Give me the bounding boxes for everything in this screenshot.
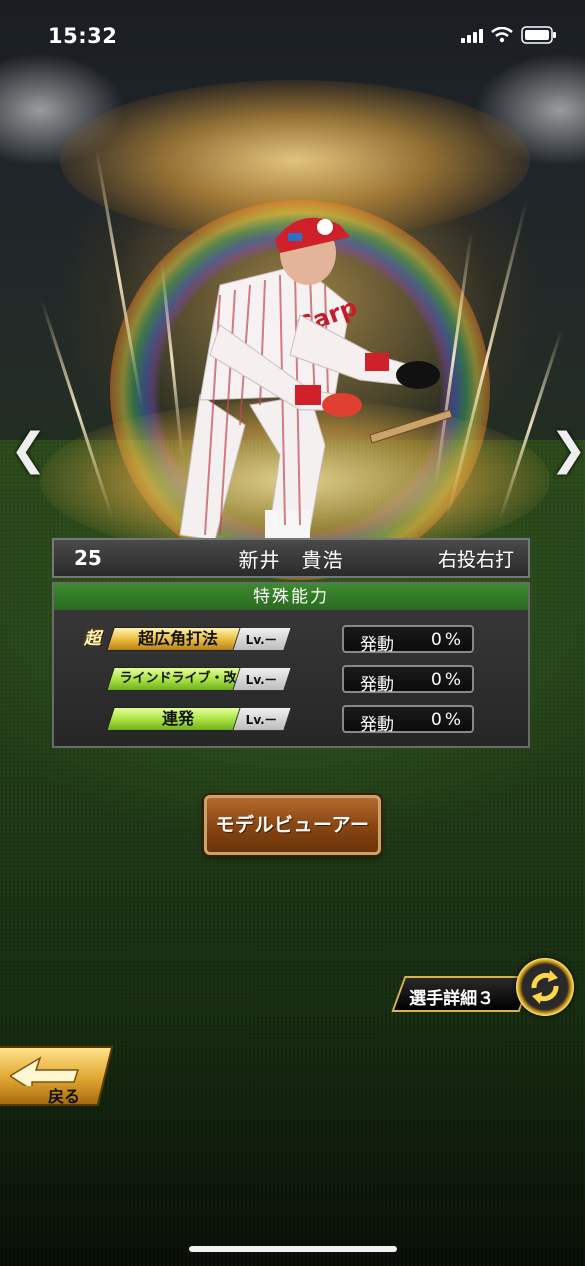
trigger-label: 発動 (360, 715, 394, 735)
trigger-rate-box: 発動 0% (342, 705, 474, 735)
wifi-icon (491, 27, 513, 43)
player-detail-button[interactable]: 選手詳細３ (391, 976, 533, 1012)
back-arrow-icon (10, 1056, 80, 1086)
chevron-right-icon[interactable]: ❯ (550, 428, 585, 472)
ability-row[interactable]: 連発 Lv.ー 発動 0% (54, 704, 528, 735)
special-abilities-panel: 特殊能力 超 超広角打法 Lv.ー 発動 0% ラインドライブ・改 Lv.ー 発… (52, 582, 530, 748)
player-image: Carp (179, 217, 453, 541)
trigger-rate-box: 発動 0% (342, 625, 474, 655)
ability-name: 連発 (161, 709, 194, 728)
trigger-value: 0% (431, 630, 464, 650)
player-detail-label: 選手詳細３ (409, 989, 495, 1009)
ability-name: ラインドライブ・改 (119, 671, 237, 686)
trigger-value: 0% (431, 670, 464, 690)
back-label: 戻る (48, 1087, 81, 1106)
cell-signal-icon (461, 27, 483, 43)
ability-level: Lv.ー (232, 707, 292, 731)
status-time: 15:32 (48, 24, 118, 48)
battery-icon (521, 26, 556, 44)
trigger-rate-box: 発動 0% (342, 665, 474, 695)
model-viewer-button[interactable]: モデルビューアー (204, 795, 381, 855)
trigger-value: 0% (431, 710, 464, 730)
ability-row[interactable]: ラインドライブ・改 Lv.ー 発動 0% (54, 664, 528, 695)
swap-icon[interactable] (516, 958, 574, 1016)
player-name-bar: 25 新井 貴浩 右投右打 (52, 538, 530, 578)
ability-name: 超広角打法 (137, 629, 218, 648)
ability-row[interactable]: 超 超広角打法 Lv.ー 発動 0% (54, 624, 528, 655)
home-indicator[interactable] (189, 1246, 397, 1252)
player-handedness: 右投右打 (437, 548, 514, 571)
panel-title: 特殊能力 (54, 584, 528, 610)
trigger-label: 発動 (360, 675, 394, 695)
ability-level: Lv.ー (232, 667, 292, 691)
trigger-label: 発動 (360, 635, 394, 655)
chevron-left-icon[interactable]: ❮ (10, 428, 47, 472)
ability-level: Lv.ー (232, 627, 292, 651)
status-icons (461, 26, 557, 44)
